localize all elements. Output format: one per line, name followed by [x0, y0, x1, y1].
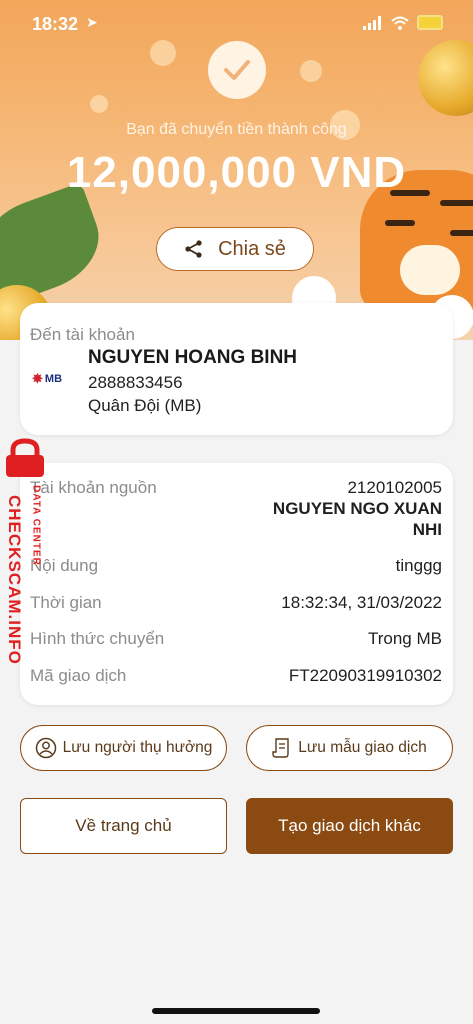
- content-value: tinggg: [395, 556, 442, 575]
- watermark-sub: DATA CENTER: [30, 485, 42, 566]
- signal-icon: [363, 15, 381, 30]
- save-beneficiary-button[interactable]: Lưu người thụ hưởng: [20, 725, 227, 771]
- share-label: Chia sẻ: [218, 237, 286, 260]
- source-account-label: Tài khoản nguồn: [30, 478, 157, 497]
- recipient-section-label: Đến tài khoản: [30, 325, 135, 344]
- document-template-icon: [272, 738, 289, 758]
- home-button[interactable]: Về trang chủ: [20, 798, 227, 854]
- blossom-decoration: [300, 60, 322, 82]
- recipient-name: NGUYEN HOANG BINH: [88, 347, 298, 368]
- source-account-number: 2120102005: [347, 478, 442, 497]
- location-arrow-icon: ➤: [86, 14, 98, 30]
- new-transaction-button[interactable]: Tạo giao dịch khác: [246, 798, 453, 854]
- home-indicator: [152, 1008, 320, 1014]
- method-value: Trong MB: [367, 629, 442, 648]
- time-value: 18:32:34, 31/03/2022: [281, 593, 442, 612]
- transaction-id-label: Mã giao dịch: [30, 666, 127, 685]
- share-button[interactable]: Chia sẻ: [156, 227, 314, 271]
- method-label: Hình thức chuyển: [30, 629, 165, 648]
- share-icon: [185, 240, 202, 258]
- mb-bank-logo: ✸ MB: [32, 371, 63, 386]
- watermark-site: CHECKSCAM.INFO: [5, 495, 24, 665]
- recipient-card: Đến tài khoản ✸ MB NGUYEN HOANG BINH 288…: [20, 303, 453, 435]
- transaction-id-value: FT22090319910302: [288, 666, 442, 685]
- save-template-label: Lưu mẫu giao dịch: [298, 739, 427, 756]
- home-label: Về trang chủ: [75, 816, 172, 835]
- battery-icon: [417, 15, 443, 30]
- status-time: 18:32: [32, 14, 79, 34]
- recipient-bank-name: Quân Đội (MB): [88, 396, 202, 415]
- mb-star-icon: ✸: [32, 371, 43, 386]
- transaction-details-card: Tài khoản nguồn 2120102005 NGUYEN NGO XU…: [20, 463, 453, 705]
- gold-coin-decoration: [418, 40, 473, 116]
- success-check-icon: [208, 41, 266, 99]
- source-account-name-line2: NHI: [412, 520, 442, 539]
- save-beneficiary-label: Lưu người thụ hưởng: [62, 739, 213, 756]
- time-label: Thời gian: [30, 593, 102, 612]
- new-transaction-label: Tạo giao dịch khác: [278, 816, 421, 835]
- success-message: Bạn đã chuyển tiền thành công: [126, 121, 347, 138]
- transfer-amount: 12,000,000 VND: [66, 148, 407, 197]
- save-template-button[interactable]: Lưu mẫu giao dịch: [246, 725, 453, 771]
- wifi-icon: [391, 16, 409, 30]
- blossom-decoration: [90, 95, 108, 113]
- source-account-name-line1: NGUYEN NGO XUAN: [272, 499, 442, 518]
- recipient-account-number: 2888833456: [88, 373, 183, 392]
- user-circle-icon: [35, 737, 56, 759]
